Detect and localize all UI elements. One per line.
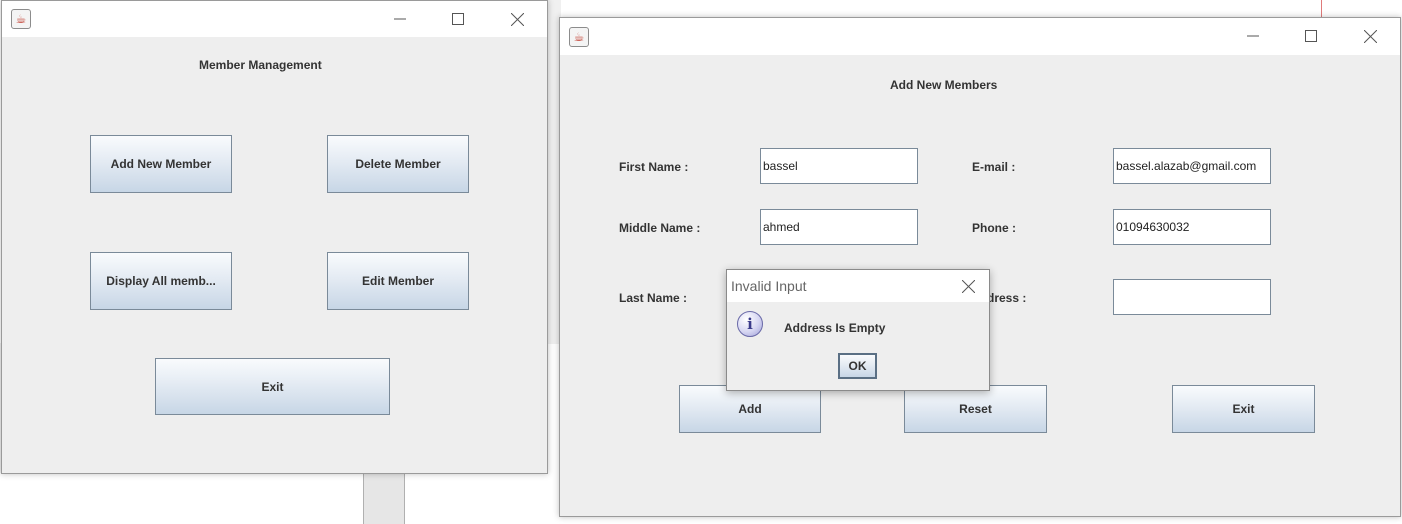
- title-bar: ☕: [560, 18, 1400, 55]
- maximize-icon: [452, 13, 464, 25]
- last-name-label: Last Name :: [619, 291, 688, 305]
- dialog-title: Invalid Input: [731, 278, 807, 294]
- dialog-message: Address Is Empty: [784, 321, 886, 335]
- member-management-window: ☕ Member Management Add New Member Delet…: [1, 0, 548, 474]
- delete-member-button[interactable]: Delete Member: [327, 135, 469, 193]
- address-label: dress :: [987, 291, 1027, 305]
- minimize-button[interactable]: [1230, 21, 1276, 51]
- maximize-button[interactable]: [435, 4, 481, 34]
- first-name-label: First Name :: [619, 160, 689, 174]
- java-icon: ☕: [569, 27, 589, 47]
- background-red-line: [1321, 0, 1322, 17]
- close-icon: [510, 12, 524, 26]
- close-icon: [1363, 29, 1377, 43]
- email-label: E-mail :: [972, 160, 1016, 174]
- java-icon: ☕: [11, 9, 31, 29]
- middle-name-field[interactable]: [760, 209, 918, 245]
- information-icon: i: [737, 311, 763, 337]
- maximize-button[interactable]: [1288, 21, 1334, 51]
- add-members-window: ☕ Add New Members First Name : Middle Na…: [559, 17, 1401, 517]
- close-button[interactable]: [494, 4, 540, 34]
- page-title: Add New Members: [890, 78, 998, 92]
- add-button[interactable]: Add: [679, 385, 821, 433]
- exit-button[interactable]: Exit: [1172, 385, 1315, 433]
- title-bar: ☕: [2, 1, 547, 37]
- maximize-icon: [1305, 30, 1317, 42]
- dialog-title-bar: Invalid Input: [727, 270, 989, 302]
- page-title: Member Management: [199, 58, 322, 72]
- background-scrollbar: [363, 473, 405, 524]
- edit-member-button[interactable]: Edit Member: [327, 252, 469, 310]
- phone-label: Phone :: [972, 221, 1016, 235]
- close-icon: [961, 279, 975, 293]
- address-field[interactable]: [1113, 279, 1271, 315]
- close-button[interactable]: [1347, 21, 1393, 51]
- minimize-button[interactable]: [377, 4, 423, 34]
- ok-button[interactable]: OK: [838, 353, 877, 379]
- phone-field[interactable]: [1113, 209, 1271, 245]
- minimize-icon: [1247, 35, 1259, 37]
- minimize-icon: [394, 18, 406, 20]
- reset-button[interactable]: Reset: [904, 385, 1047, 433]
- dialog-close-button[interactable]: [945, 271, 991, 301]
- add-new-member-button[interactable]: Add New Member: [90, 135, 232, 193]
- exit-button[interactable]: Exit: [155, 358, 390, 415]
- display-all-members-button[interactable]: Display All memb...: [90, 252, 232, 310]
- email-field[interactable]: [1113, 148, 1271, 184]
- middle-name-label: Middle Name :: [619, 221, 701, 235]
- invalid-input-dialog: Invalid Input i Address Is Empty OK: [726, 269, 990, 391]
- first-name-field[interactable]: [760, 148, 918, 184]
